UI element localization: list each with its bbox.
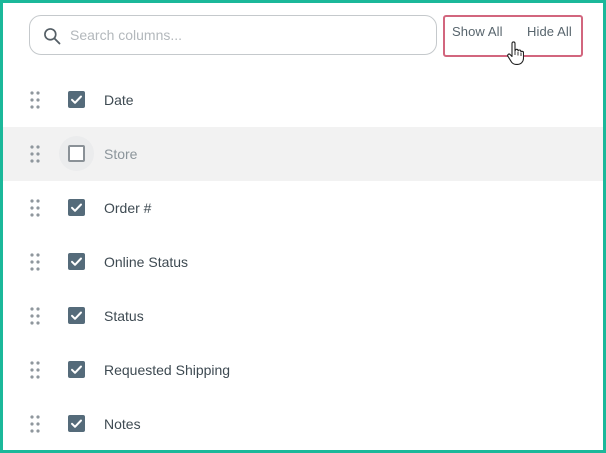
column-label: Order #: [104, 200, 152, 216]
check-icon: [68, 361, 85, 383]
hand-pointer-icon: [507, 41, 524, 65]
column-label: Notes: [104, 416, 141, 432]
column-row[interactable]: Requested Shipping: [3, 343, 603, 397]
search-icon: [44, 28, 61, 45]
hide-all-button[interactable]: Hide All: [527, 24, 572, 39]
column-label: Requested Shipping: [104, 362, 231, 378]
checkbox-checked[interactable]: [68, 253, 85, 270]
column-label: Date: [104, 92, 134, 108]
show-all-button[interactable]: Show All: [452, 24, 503, 39]
drag-handle-icon[interactable]: [30, 414, 40, 434]
column-label: Online Status: [104, 254, 189, 270]
column-row[interactable]: Online Status: [3, 235, 603, 289]
column-label: Store: [104, 146, 138, 162]
drag-handle-icon[interactable]: [30, 252, 40, 272]
search-input[interactable]: [70, 22, 420, 48]
drag-handle-icon[interactable]: [30, 90, 40, 110]
check-icon: [68, 199, 85, 221]
search-box[interactable]: [29, 15, 437, 55]
column-row[interactable]: Order #: [3, 181, 603, 235]
checkbox-checked[interactable]: [68, 307, 85, 324]
column-list: Date Store Order # Online Status Status Reque…: [3, 73, 603, 450]
checkbox-checked[interactable]: [68, 91, 85, 108]
column-chooser-panel: Show All Hide All Date Store Order # Online…: [0, 0, 606, 453]
column-row[interactable]: Status: [3, 289, 603, 343]
checkbox-checked[interactable]: [68, 199, 85, 216]
checkbox-unchecked[interactable]: [68, 145, 85, 162]
drag-handle-icon[interactable]: [30, 144, 40, 164]
checkbox-checked[interactable]: [68, 361, 85, 378]
column-row[interactable]: Date: [3, 73, 603, 127]
column-label: Status: [104, 308, 144, 324]
check-icon: [68, 307, 85, 329]
checkbox-checked[interactable]: [68, 415, 85, 432]
column-row[interactable]: Store: [3, 127, 603, 181]
check-icon: [68, 415, 85, 437]
drag-handle-icon[interactable]: [30, 198, 40, 218]
drag-handle-icon[interactable]: [30, 360, 40, 380]
column-row[interactable]: Notes: [3, 397, 603, 450]
check-icon: [68, 253, 85, 275]
drag-handle-icon[interactable]: [30, 306, 40, 326]
check-icon: [68, 91, 85, 113]
